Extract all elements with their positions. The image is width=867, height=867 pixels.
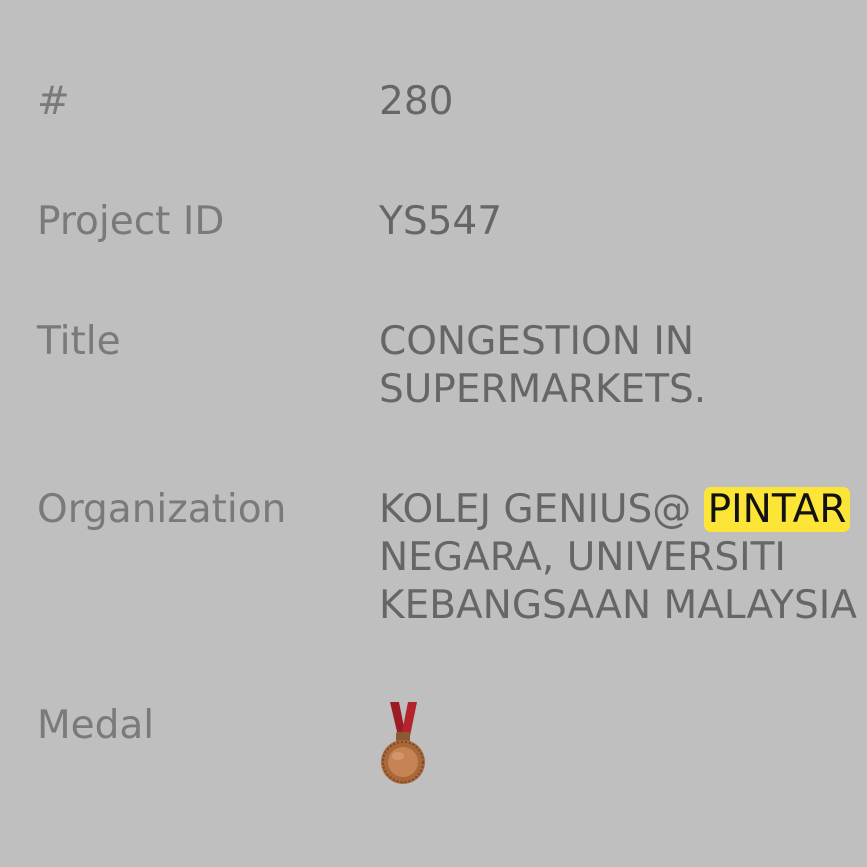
- search-highlight: PINTAR: [703, 487, 851, 532]
- title-label: Title: [37, 319, 121, 364]
- number-value: 280: [379, 79, 454, 124]
- organization-line-1: KOLEJ GENIUS@ PINTAR: [379, 486, 857, 534]
- organization-line-1-text: KOLEJ GENIUS@: [379, 487, 704, 532]
- bronze-medal-icon: [381, 702, 425, 784]
- project-id-value: YS547: [379, 199, 503, 244]
- title-value: CONGESTION IN SUPERMARKETS.: [379, 318, 706, 414]
- organization-value: KOLEJ GENIUS@ PINTAR NEGARA, UNIVERSITI …: [379, 486, 857, 630]
- medal-label: Medal: [37, 703, 155, 748]
- organization-line-3: KEBANGSAAN MALAYSIA: [379, 583, 857, 628]
- title-line-2: SUPERMARKETS.: [379, 367, 707, 412]
- title-line-1: CONGESTION IN: [379, 319, 694, 364]
- organization-label: Organization: [37, 487, 287, 532]
- project-id-label: Project ID: [37, 199, 225, 244]
- organization-line-2: NEGARA, UNIVERSITI: [379, 535, 786, 580]
- number-label: #: [37, 79, 70, 124]
